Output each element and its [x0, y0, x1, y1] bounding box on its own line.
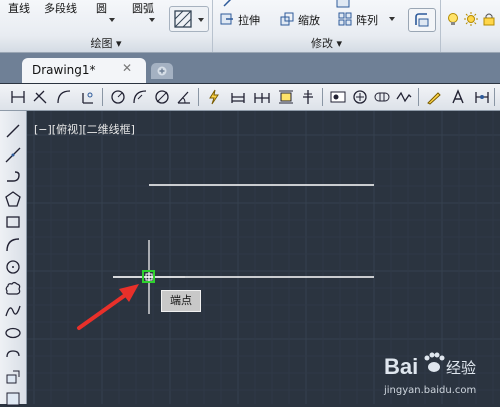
rectangle-icon[interactable]: [5, 214, 21, 230]
scale-icon[interactable]: [280, 12, 294, 26]
ordinate-icon[interactable]: [80, 89, 96, 105]
jogged-linear-icon[interactable]: [396, 89, 412, 105]
chevron-down-icon[interactable]: [388, 15, 396, 23]
dimension-text-edit-icon[interactable]: [450, 89, 466, 105]
make-block-icon[interactable]: [5, 391, 21, 407]
hatch-button[interactable]: [169, 6, 209, 32]
bulb-icon[interactable]: [446, 12, 460, 26]
draw-toolbar: [0, 111, 27, 407]
chevron-down-icon[interactable]: [108, 16, 116, 24]
continue-icon[interactable]: [254, 89, 270, 105]
tolerance-icon[interactable]: [330, 89, 346, 105]
arc-icon[interactable]: [5, 237, 21, 253]
chevron-down-icon: [198, 18, 204, 22]
toolbar-separator: [198, 88, 199, 106]
linear-dimension-icon[interactable]: [10, 89, 26, 105]
jogged-icon[interactable]: [132, 89, 148, 105]
copy-button[interactable]: [408, 8, 436, 32]
revision-cloud-icon[interactable]: [5, 281, 21, 297]
line-icon[interactable]: [5, 123, 21, 139]
modify-group-label[interactable]: 修改 ▾: [213, 36, 440, 52]
layer-lock-icon[interactable]: [482, 12, 496, 26]
aligned-dimension-icon[interactable]: [32, 89, 48, 105]
toolbar-separator: [102, 88, 103, 106]
polygon-icon[interactable]: [5, 191, 21, 207]
quick-dimension-icon[interactable]: [206, 89, 222, 105]
ellipse-arc-icon[interactable]: [5, 347, 21, 363]
dimension-edit-icon[interactable]: [426, 89, 442, 105]
watermark-brand: Bai: [384, 354, 418, 379]
hatch-icon: [174, 10, 192, 28]
file-tab-bar: Drawing1* ✕: [0, 53, 500, 83]
layers-group-label: [441, 36, 500, 52]
dimension-update-icon[interactable]: [474, 89, 490, 105]
plus-icon: [157, 66, 167, 76]
arc-tool[interactable]: 圆弧: [132, 0, 154, 16]
watermark-url: jingyan.baidu.com: [384, 385, 477, 396]
tab-drawing1[interactable]: Drawing1* ✕: [22, 58, 146, 83]
circle-tool[interactable]: 圆: [96, 0, 107, 16]
array-tool[interactable]: 阵列: [356, 12, 378, 28]
insert-block-icon[interactable]: [5, 369, 21, 385]
polyline-icon[interactable]: [5, 169, 21, 185]
dimension-space-icon[interactable]: [278, 89, 294, 105]
new-tab-button[interactable]: [151, 63, 173, 79]
close-icon[interactable]: ✕: [122, 61, 132, 75]
ribbon: 直线 多段线 圆 圆弧 拉伸 缩放 阵列 绘图 ▾ 修改 ▾: [0, 0, 500, 53]
baseline-icon[interactable]: [230, 89, 246, 105]
inspection-icon[interactable]: [374, 89, 390, 105]
copy-icon: [415, 13, 429, 27]
watermark-brand2: 经验: [446, 359, 476, 377]
spline-icon[interactable]: [5, 303, 21, 319]
stretch-icon[interactable]: [220, 12, 234, 26]
paw-icon: [424, 352, 445, 372]
polyline-tool[interactable]: 多段线: [44, 0, 77, 16]
line-tool[interactable]: 直线: [8, 0, 30, 16]
tab-label: Drawing1*: [32, 63, 96, 77]
center-mark-icon[interactable]: [352, 89, 368, 105]
move-icon[interactable]: [222, 0, 236, 8]
stretch-tool[interactable]: 拉伸: [238, 12, 260, 28]
mirror-icon[interactable]: [336, 0, 350, 8]
construction-line-icon[interactable]: [5, 147, 21, 163]
dimension-break-icon[interactable]: [300, 89, 316, 105]
toolbar-separator: [418, 88, 419, 106]
snap-tooltip: 端点: [161, 290, 201, 312]
viewport-label[interactable]: [−][俯视][二维线框]: [34, 121, 135, 137]
angular-icon[interactable]: [176, 89, 192, 105]
draw-group-label[interactable]: 绘图 ▾: [0, 36, 212, 52]
array-icon[interactable]: [338, 12, 352, 26]
circle-icon[interactable]: [5, 259, 21, 275]
toolbar-separator: [494, 88, 495, 106]
dimension-toolbar: [0, 84, 500, 111]
ellipse-icon[interactable]: [5, 325, 21, 341]
toolbar-separator: [322, 88, 323, 106]
sun-icon[interactable]: [464, 12, 478, 26]
chevron-down-icon[interactable]: [148, 16, 156, 24]
arc-length-icon[interactable]: [56, 89, 72, 105]
radius-icon[interactable]: [110, 89, 126, 105]
diameter-icon[interactable]: [154, 89, 170, 105]
scale-tool[interactable]: 缩放: [298, 12, 320, 28]
